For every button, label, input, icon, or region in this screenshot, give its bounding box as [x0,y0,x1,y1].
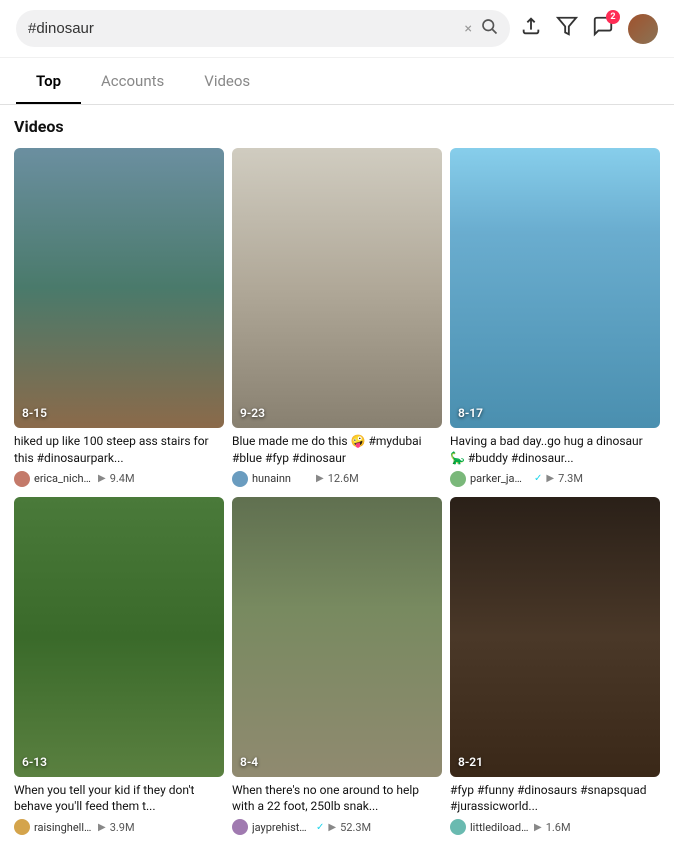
play-icon: ▶ [546,473,554,484]
author-username: hunainn [252,472,312,485]
content-area: Videos 8-15 hiked up like 100 steep ass … [0,105,674,849]
search-bar: × [16,10,510,47]
video-counter: 8-4 [240,755,258,769]
inbox-icon[interactable]: 2 [592,15,614,43]
view-count: 1.6M [546,821,571,834]
play-icon: ▶ [98,473,106,484]
upload-icon[interactable] [520,15,542,43]
author-username: parker_james [470,472,530,485]
video-card[interactable]: 8-21 #fyp #funny #dinosaurs #snapsquad #… [450,497,660,838]
video-caption: hiked up like 100 steep ass stairs for t… [14,433,224,467]
video-caption: When you tell your kid if they don't beh… [14,782,224,816]
author-username: raisinghellers [34,821,94,834]
tab-top[interactable]: Top [16,58,81,104]
view-count: 9.4M [110,472,135,485]
video-caption: Blue made me do this 🤪 #mydubai #blue #f… [232,433,442,467]
video-meta: hunainn ▶ 12.6M [232,471,442,487]
author-avatar [14,819,30,835]
video-meta: parker_james ✓ ▶ 7.3M [450,471,660,487]
author-avatar [232,471,248,487]
tab-videos[interactable]: Videos [184,58,270,104]
video-meta: jayprehistori... ✓ ▶ 52.3M [232,819,442,835]
video-meta: erica_nichol... ▶ 9.4M [14,471,224,487]
view-count: 12.6M [328,472,359,485]
author-username: erica_nichol... [34,472,94,485]
header: × 2 [0,0,674,58]
video-thumbnail: 8-17 [450,148,660,428]
filter-icon[interactable] [556,15,578,43]
play-icon: ▶ [98,822,106,833]
thumb-overlay [14,148,224,428]
avatar[interactable] [628,14,658,44]
video-caption: When there's no one around to help with … [232,782,442,816]
author-username: jayprehistori... [252,821,312,834]
author-username: littlediloadv... [470,821,530,834]
tab-accounts[interactable]: Accounts [81,58,184,104]
view-count: 3.9M [110,821,135,834]
header-icons: 2 [520,14,658,44]
video-caption: #fyp #funny #dinosaurs #snapsquad #juras… [450,782,660,816]
video-thumbnail: 8-21 [450,497,660,777]
video-grid: 8-15 hiked up like 100 steep ass stairs … [14,148,660,837]
verified-icon: ✓ [534,473,542,484]
search-input[interactable] [28,20,457,37]
video-thumbnail: 6-13 [14,497,224,777]
play-icon: ▶ [328,822,336,833]
section-title: Videos [14,117,660,136]
thumb-overlay [450,497,660,777]
video-thumbnail: 8-15 [14,148,224,428]
video-counter: 8-17 [458,406,483,420]
video-card[interactable]: 8-4 When there's no one around to help w… [232,497,442,838]
video-card[interactable]: 6-13 When you tell your kid if they don'… [14,497,224,838]
thumb-overlay [450,148,660,428]
author-avatar [450,471,466,487]
video-card[interactable]: 9-23 Blue made me do this 🤪 #mydubai #bl… [232,148,442,489]
video-counter: 8-21 [458,755,483,769]
video-card[interactable]: 8-15 hiked up like 100 steep ass stairs … [14,148,224,489]
video-thumbnail: 8-4 [232,497,442,777]
play-icon: ▶ [534,822,542,833]
video-counter: 8-15 [22,406,47,420]
video-counter: 6-13 [22,755,47,769]
video-info: Having a bad day..go hug a dinosaur 🦕 #b… [450,428,660,489]
video-meta: raisinghellers ▶ 3.9M [14,819,224,835]
video-card[interactable]: 8-17 Having a bad day..go hug a dinosaur… [450,148,660,489]
notification-badge: 2 [606,10,620,24]
video-info: hiked up like 100 steep ass stairs for t… [14,428,224,489]
play-icon: ▶ [316,473,324,484]
thumb-overlay [14,497,224,777]
tabs: Top Accounts Videos [0,58,674,105]
thumb-overlay [232,148,442,428]
video-counter: 9-23 [240,406,265,420]
author-avatar [450,819,466,835]
clear-icon[interactable]: × [465,21,472,37]
video-info: Blue made me do this 🤪 #mydubai #blue #f… [232,428,442,489]
video-thumbnail: 9-23 [232,148,442,428]
author-avatar [14,471,30,487]
author-avatar [232,819,248,835]
video-caption: Having a bad day..go hug a dinosaur 🦕 #b… [450,433,660,467]
video-meta: littlediloadv... ▶ 1.6M [450,819,660,835]
view-count: 7.3M [558,472,583,485]
thumb-overlay [232,497,442,777]
verified-icon: ✓ [316,822,324,833]
search-icon[interactable] [480,17,498,40]
view-count: 52.3M [340,821,371,834]
